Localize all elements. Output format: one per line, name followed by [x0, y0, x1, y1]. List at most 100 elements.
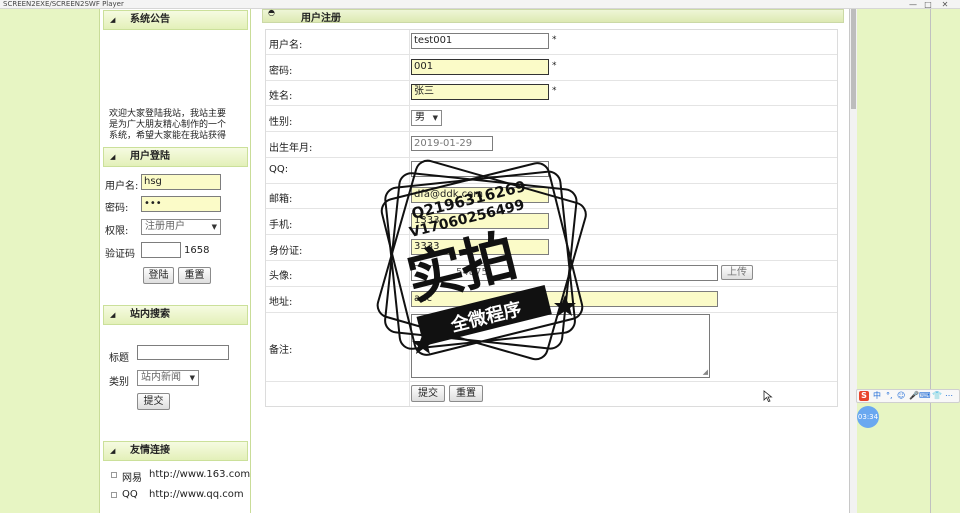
remark-label: 备注:: [269, 345, 293, 356]
row-divider: [266, 105, 837, 106]
upload-button[interactable]: 上传: [721, 265, 753, 280]
search-category-label: 类别: [109, 377, 129, 388]
register-title: 用户注册: [301, 13, 341, 24]
search-keyword-input[interactable]: [137, 345, 229, 360]
phone-label: 手机:: [269, 220, 293, 231]
remark-textarea[interactable]: ◢: [411, 314, 710, 378]
captcha-input[interactable]: [141, 242, 181, 258]
search-category-value: 站内新闻: [141, 372, 181, 383]
row-divider: [266, 260, 837, 261]
link-item-qq[interactable]: QQ http://www.qq.com: [111, 489, 246, 503]
address-input[interactable]: adc: [411, 291, 718, 307]
bullet-icon: [111, 472, 117, 478]
ime-mode[interactable]: 中: [873, 390, 881, 402]
row-divider: [266, 131, 837, 132]
required-mark: *: [552, 61, 557, 71]
collapse-triangle-icon: ◢: [110, 153, 116, 161]
link-url: http://www.qq.com: [149, 489, 244, 500]
required-mark: *: [552, 35, 557, 45]
row-divider: [266, 183, 837, 184]
password-input[interactable]: 001: [411, 59, 549, 75]
name-input[interactable]: 张三: [411, 84, 549, 100]
qq-input[interactable]: [411, 161, 549, 177]
more-icon[interactable]: ⋯: [945, 390, 953, 402]
collapse-triangle-icon: ◢: [110, 447, 116, 455]
resize-grip-icon[interactable]: ◢: [703, 368, 708, 376]
birthday-input[interactable]: 2019-01-29: [411, 136, 493, 151]
announcement-line: 欢迎大家登陆我站，我站主要: [109, 109, 227, 119]
address-label: 地址:: [269, 297, 293, 308]
row-divider: [266, 312, 837, 313]
gender-select[interactable]: 男 ▼: [411, 110, 442, 126]
recording-timer: 03:34: [857, 406, 879, 428]
keyboard-icon[interactable]: ⌨: [919, 390, 931, 402]
login-role-select[interactable]: 注册用户 ▼: [141, 219, 221, 235]
username-label: 用户名:: [269, 40, 303, 51]
link-url: http://www.163.com: [149, 469, 251, 480]
id-card-input[interactable]: 3333: [411, 239, 549, 255]
login-button[interactable]: 登陆: [143, 267, 174, 284]
phone-input[interactable]: 1333: [411, 213, 549, 229]
collapse-triangle-icon: ◢: [110, 311, 116, 319]
left-background: [0, 9, 99, 513]
row-divider: [266, 381, 837, 382]
row-divider: [266, 157, 837, 158]
login-username-label: 用户名:: [105, 181, 139, 192]
microphone-icon[interactable]: 🎤: [909, 390, 919, 402]
register-header: ◓ 用户注册: [262, 8, 844, 24]
links-header: ◢ 友情连接: [103, 441, 248, 461]
announcement-header: ◢ 系统公告: [103, 10, 248, 30]
mouse-cursor-icon: [763, 390, 773, 402]
link-name: QQ: [122, 489, 138, 500]
username-input[interactable]: test001: [411, 33, 549, 49]
ime-toolbar[interactable]: S 中 °, ☺ 🎤 ⌨ 👕 ⋯: [856, 389, 960, 403]
sogou-logo-icon: S: [859, 391, 869, 401]
row-divider: [266, 234, 837, 235]
password-label: 密码:: [269, 66, 293, 77]
collapse-triangle-icon: ◢: [110, 16, 116, 24]
gender-value: 男: [415, 112, 425, 123]
login-role-label: 权限:: [105, 226, 129, 237]
avatar-path-input[interactable]: 54875: [411, 265, 718, 281]
minimize-button[interactable]: —: [906, 0, 920, 9]
login-password-input[interactable]: •••: [141, 196, 221, 212]
email-label: 邮箱:: [269, 194, 293, 205]
player-title-bar: SCREEN2EXE/SCREEN2SWF Player — □ ✕: [0, 0, 960, 9]
register-reset-button[interactable]: 重置: [449, 385, 483, 402]
register-submit-button[interactable]: 提交: [411, 385, 445, 402]
dropdown-arrow-icon: ▼: [189, 374, 195, 382]
login-username-input[interactable]: hsg: [141, 174, 221, 190]
right-divider: [930, 9, 931, 513]
search-submit-button[interactable]: 提交: [137, 393, 170, 410]
search-category-select[interactable]: 站内新闻 ▼: [137, 370, 199, 386]
restore-button[interactable]: □: [921, 0, 935, 9]
links-title: 友情连接: [130, 445, 170, 456]
search-header: ◢ 站内搜索: [103, 305, 248, 325]
bullet-icon: [111, 492, 117, 498]
announcement-body: 欢迎大家登陆我站，我站主要 是为广大朋友精心制作的一个 系统，希望大家能在我站获…: [109, 109, 249, 142]
emoji-icon[interactable]: ☺: [897, 390, 905, 402]
captcha-code: 1658: [184, 245, 210, 256]
email-input[interactable]: dfa@ddk.com: [411, 187, 549, 203]
skin-icon[interactable]: 👕: [932, 390, 942, 402]
login-password-label: 密码:: [105, 203, 129, 214]
login-role-value: 注册用户: [145, 221, 185, 232]
login-title: 用户登陆: [130, 151, 170, 162]
row-divider: [266, 286, 837, 287]
login-reset-button[interactable]: 重置: [178, 267, 211, 284]
scrollbar-thumb[interactable]: [851, 9, 856, 109]
qq-label: QQ:: [269, 164, 289, 175]
announcement-title: 系统公告: [130, 14, 170, 25]
search-keyword-label: 标题: [109, 353, 129, 364]
column-divider: [409, 30, 410, 406]
close-button[interactable]: ✕: [938, 0, 952, 9]
punctuation-icon[interactable]: °,: [886, 390, 893, 402]
name-label: 姓名:: [269, 91, 293, 102]
search-title: 站内搜索: [130, 309, 170, 320]
captcha-label: 验证码: [105, 249, 135, 260]
announcement-line: 是为广大朋友精心制作的一个: [109, 120, 227, 130]
link-item-163[interactable]: 网易 http://www.163.com: [111, 469, 250, 484]
player-title: SCREEN2EXE/SCREEN2SWF Player: [3, 0, 124, 8]
page-scrollbar[interactable]: [849, 9, 857, 513]
avatar-label: 头像:: [269, 271, 293, 282]
